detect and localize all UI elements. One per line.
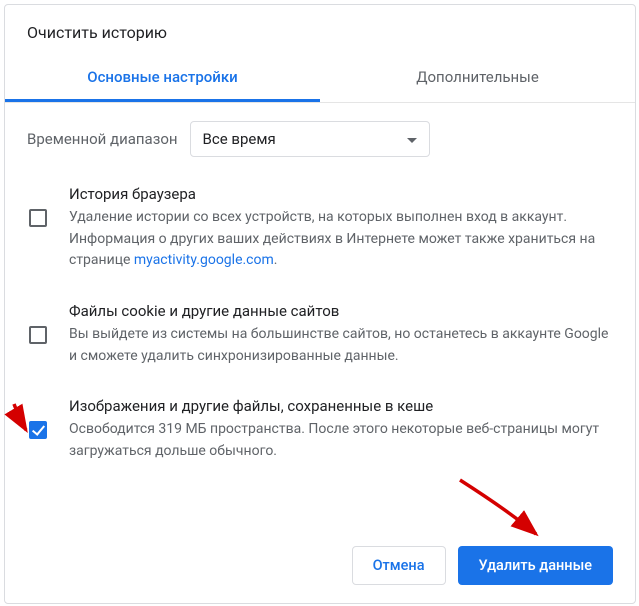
dialog-content: Временной диапазон Все время История бра… <box>5 103 635 485</box>
option-cache-desc: Освободится 319 МБ пространства. После э… <box>69 419 613 462</box>
clear-browsing-data-dialog: Очистить историю Основные настройки Допо… <box>4 4 636 604</box>
option-browsing-history: История браузера Удаление истории со все… <box>27 177 613 294</box>
checkbox-cookies[interactable] <box>29 326 47 344</box>
clear-data-button-label: Удалить данные <box>479 557 592 574</box>
chevron-down-icon <box>407 130 417 148</box>
option-cache: Изображения и другие файлы, сохраненные … <box>27 389 613 484</box>
tab-basic[interactable]: Основные настройки <box>5 56 320 102</box>
option-history-title: История браузера <box>69 185 613 203</box>
tab-basic-label: Основные настройки <box>87 68 237 86</box>
option-cookies: Файлы cookie и другие данные сайтов Вы в… <box>27 294 613 389</box>
option-cache-title: Изображения и другие файлы, сохраненные … <box>69 397 613 415</box>
option-cookies-title: Файлы cookie и другие данные сайтов <box>69 302 613 320</box>
tabs: Основные настройки Дополнительные <box>5 56 635 103</box>
myactivity-link[interactable]: myactivity.google.com <box>134 252 274 268</box>
option-cookies-desc: Вы выйдете из системы на большинстве сай… <box>69 324 613 367</box>
dialog-title: Очистить историю <box>5 5 635 56</box>
cancel-button-label: Отмена <box>373 557 425 574</box>
cancel-button[interactable]: Отмена <box>352 546 446 585</box>
time-range-row: Временной диапазон Все время <box>27 121 613 157</box>
checkbox-browsing-history[interactable] <box>29 209 47 227</box>
checkbox-cache[interactable] <box>29 421 47 439</box>
option-history-desc-after: . <box>274 252 278 268</box>
time-range-label: Временной диапазон <box>27 130 178 148</box>
tab-advanced[interactable]: Дополнительные <box>320 56 635 102</box>
tab-advanced-label: Дополнительные <box>416 68 539 86</box>
dialog-footer: Отмена Удалить данные <box>352 546 613 585</box>
time-range-select[interactable]: Все время <box>190 121 430 157</box>
time-range-value: Все время <box>203 130 276 148</box>
clear-data-button[interactable]: Удалить данные <box>458 546 613 585</box>
option-history-desc: Удаление истории со всех устройств, на к… <box>69 207 613 272</box>
